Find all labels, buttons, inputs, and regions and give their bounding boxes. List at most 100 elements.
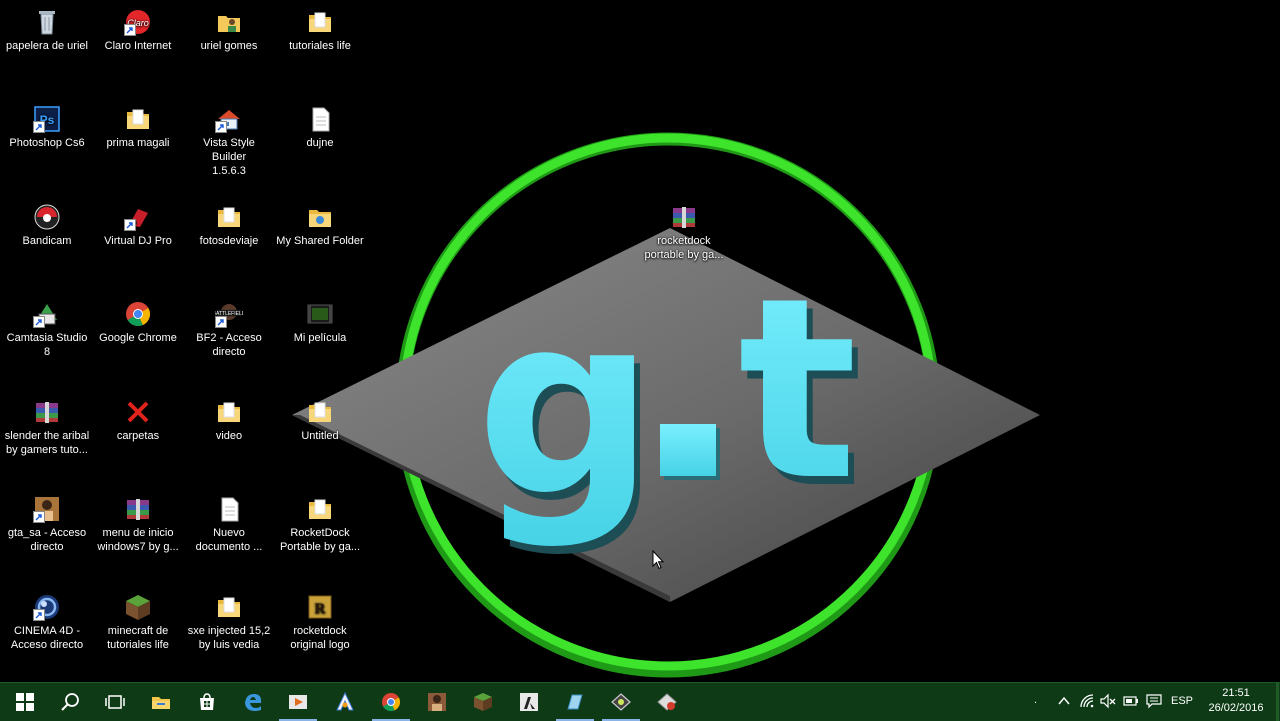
desktop-icon[interactable]: carpetas xyxy=(92,398,184,443)
avast-button[interactable] xyxy=(322,683,368,721)
desktop-icon[interactable]: slender the aribal by gamers tuto... xyxy=(1,398,93,457)
avast-icon xyxy=(336,691,354,711)
desktop-icon[interactable]: Nuevo documento ... xyxy=(183,495,275,554)
cinema4d-icon xyxy=(33,593,61,621)
desktop-icon[interactable]: Camtasia Studio 8 xyxy=(1,300,93,359)
document-icon xyxy=(306,105,334,133)
desktop[interactable]: g g t t papelera de uriel Claro Claro Inte… xyxy=(0,0,1280,682)
desktop-icon[interactable]: Google Chrome xyxy=(92,300,184,345)
cs-button[interactable] xyxy=(506,683,552,721)
rocketdock-icon: R xyxy=(306,593,334,621)
desktop-icon[interactable]: rocketdock portable by ga... xyxy=(638,203,730,262)
desktop-icon-label: rocketdock original logo xyxy=(290,625,350,651)
vdj-button[interactable] xyxy=(598,683,644,721)
network-button[interactable] xyxy=(1079,693,1095,709)
winrar-icon xyxy=(33,398,61,426)
recycle-bin-icon xyxy=(33,8,61,36)
desktop-icon[interactable]: Mi película xyxy=(274,300,366,345)
show-hidden-icons-button[interactable] xyxy=(1056,693,1072,709)
virtual-dj-icon xyxy=(124,203,152,231)
gta-button[interactable] xyxy=(414,683,460,721)
user-folder-icon xyxy=(215,8,243,36)
folder-icon xyxy=(124,105,152,133)
chrome-icon xyxy=(382,693,401,712)
desktop-icon-label: Vista Style Builder 1.5.6.3 xyxy=(203,137,255,177)
desktop-icon-label: Bandicam xyxy=(22,235,72,247)
folder-icon xyxy=(306,398,334,426)
desktop-icon-label: RocketDock Portable by ga... xyxy=(279,527,361,553)
desktop-icon[interactable]: RocketDock Portable by ga... xyxy=(274,495,366,554)
svg-text:t: t xyxy=(738,244,858,535)
desktop-icon-label: uriel gomes xyxy=(200,40,258,52)
store-button[interactable] xyxy=(184,683,230,721)
desktop-icon-label: sxe injected 15,2 by luis vedia xyxy=(187,625,271,651)
folder-icon xyxy=(215,593,243,621)
camtasia-icon xyxy=(33,300,61,328)
tray-dot: . xyxy=(1034,694,1038,706)
desktop-icon[interactable]: papelera de uriel xyxy=(1,8,93,53)
desktop-icon[interactable]: sxe injected 15,2 by luis vedia xyxy=(183,593,275,652)
minecraft-button[interactable] xyxy=(460,683,506,721)
chrome-button[interactable] xyxy=(368,683,414,721)
desktop-icon-label: Nuevo documento ... xyxy=(195,527,263,553)
counter-strike-icon xyxy=(520,693,538,711)
desktop-icon[interactable]: Untitled xyxy=(274,398,366,443)
desktop-icon[interactable]: minecraft de tutoriales life xyxy=(92,593,184,652)
desktop-icon[interactable]: Claro Claro Internet xyxy=(92,8,184,53)
file-explorer-icon xyxy=(152,697,170,709)
bandicam-icon xyxy=(33,203,61,231)
language-indicator[interactable]: ESP xyxy=(1171,695,1193,707)
desktop-icon[interactable]: prima magali xyxy=(92,105,184,150)
desktop-icon[interactable]: CINEMA 4D - Acceso directo xyxy=(1,593,93,652)
desktop-icon[interactable]: Bandicam xyxy=(1,203,93,248)
desktop-icon[interactable]: menu de inicio windows7 by g... xyxy=(92,495,184,554)
desktop-icon[interactable]: Vista Style Builder 1.5.6.3 xyxy=(183,105,275,178)
search-button[interactable] xyxy=(47,683,93,721)
desktop-icon-label: Claro Internet xyxy=(104,40,172,52)
svg-text:g: g xyxy=(476,260,655,551)
shortcut-arrow-icon xyxy=(124,219,136,231)
desktop-icon[interactable]: Virtual DJ Pro xyxy=(92,203,184,248)
svg-text:R: R xyxy=(315,601,326,617)
battery-button[interactable] xyxy=(1123,693,1139,709)
gta-icon xyxy=(428,693,446,711)
start-button[interactable] xyxy=(2,683,48,721)
action-center-button[interactable] xyxy=(1146,693,1162,709)
desktop-icon[interactable]: gta_sa - Acceso directo xyxy=(1,495,93,554)
desktop-icon[interactable]: Rrocketdock original logo xyxy=(274,593,366,652)
volume-button[interactable] xyxy=(1100,693,1116,709)
minecraft-icon xyxy=(124,593,152,621)
desktop-icon[interactable]: fotosdeviaje xyxy=(183,203,275,248)
desktop-icon[interactable]: dujne xyxy=(274,105,366,150)
document-icon xyxy=(215,495,243,523)
clock[interactable]: 21:51 26/02/2016 xyxy=(1196,686,1276,716)
desktop-icon[interactable]: Ps Photoshop Cs6 xyxy=(1,105,93,150)
show-desktop-button[interactable] xyxy=(1276,683,1279,721)
vista-builder-icon xyxy=(567,694,583,710)
desktop-icon-label: slender the aribal by gamers tuto... xyxy=(4,430,90,456)
desktop-icon-label: prima magali xyxy=(106,137,170,149)
shortcut-arrow-icon xyxy=(33,316,45,328)
movie-icon xyxy=(306,300,334,328)
file-explorer-button[interactable] xyxy=(138,683,184,721)
desktop-icon[interactable]: video xyxy=(183,398,275,443)
media-player-button[interactable] xyxy=(275,683,321,721)
winrar-button[interactable] xyxy=(644,683,690,721)
shortcut-arrow-icon xyxy=(215,316,227,328)
desktop-icon[interactable]: BATTLEFIELD BF2 - Acceso directo xyxy=(183,300,275,359)
windows-logo-icon xyxy=(16,693,34,711)
task-view-button[interactable] xyxy=(92,683,138,721)
desktop-icon[interactable]: My Shared Folder xyxy=(274,203,366,248)
media-player-icon xyxy=(289,695,307,709)
shortcut-arrow-icon xyxy=(33,121,45,133)
desktop-icon-label: rocketdock portable by ga... xyxy=(644,235,724,261)
desktop-icon[interactable]: tutoriales life xyxy=(274,8,366,53)
vista-builder-button[interactable] xyxy=(552,683,598,721)
gta-icon xyxy=(33,495,61,523)
desktop-icon[interactable]: uriel gomes xyxy=(183,8,275,53)
shortcut-arrow-icon xyxy=(215,121,227,133)
desktop-icon-label: Photoshop Cs6 xyxy=(9,137,85,149)
photoshop-icon: Ps xyxy=(33,105,61,133)
edge-button[interactable] xyxy=(230,683,276,721)
task-view-icon xyxy=(105,695,125,709)
